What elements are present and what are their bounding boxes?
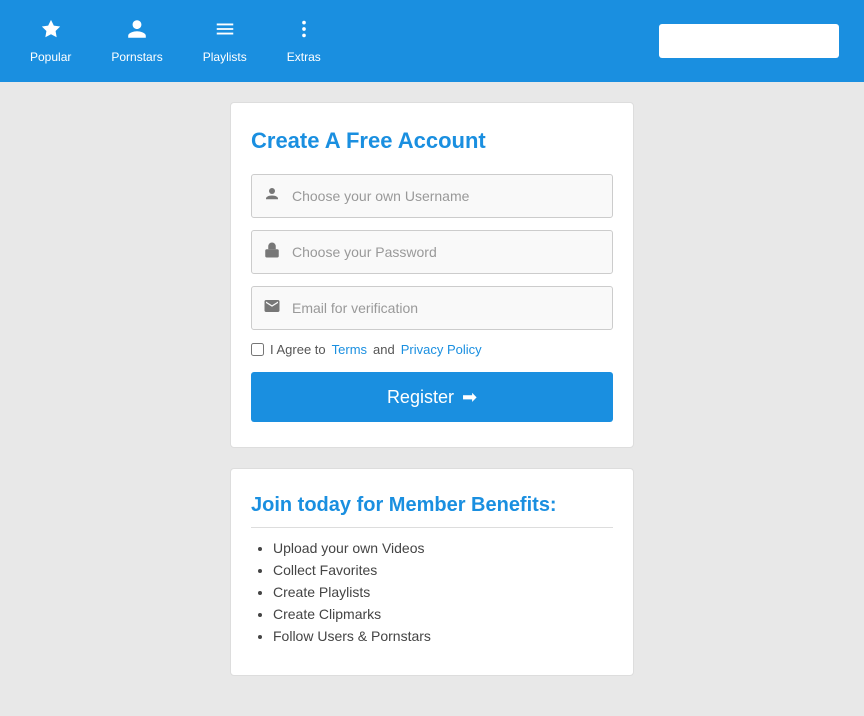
password-input[interactable] (292, 244, 602, 260)
benefits-list-item: Create Playlists (273, 584, 613, 600)
benefits-card: Join today for Member Benefits: Upload y… (230, 468, 634, 676)
popular-label: Popular (30, 50, 71, 64)
email-icon (262, 297, 282, 320)
nav-item-popular[interactable]: Popular (10, 0, 91, 82)
nav-item-extras[interactable]: Extras (267, 0, 341, 82)
email-input[interactable] (292, 300, 602, 316)
benefits-title: Join today for Member Benefits: (251, 494, 613, 528)
email-group (251, 286, 613, 330)
register-label: Register (387, 387, 454, 408)
username-group (251, 174, 613, 218)
benefits-list-item: Create Clipmarks (273, 606, 613, 622)
password-group (251, 230, 613, 274)
register-arrow-icon: ➡ (462, 387, 477, 408)
username-icon (262, 185, 282, 208)
pornstars-icon (126, 18, 148, 46)
terms-link[interactable]: Terms (332, 342, 367, 357)
register-card: Create A Free Account (230, 102, 634, 448)
register-title: Create A Free Account (251, 128, 613, 154)
username-input[interactable] (292, 188, 602, 204)
terms-agree-text: I Agree to (270, 342, 326, 357)
nav-item-playlists[interactable]: Playlists (183, 0, 267, 82)
main-content: Create A Free Account (0, 82, 864, 716)
benefits-list: Upload your own Videos Collect Favorites C… (251, 540, 613, 644)
benefits-list-item: Upload your own Videos (273, 540, 613, 556)
playlists-icon (214, 18, 236, 46)
password-icon (262, 241, 282, 264)
extras-icon (293, 18, 315, 46)
terms-checkbox[interactable] (251, 343, 264, 356)
nav-items: Popular Pornstars Playlists (10, 0, 341, 82)
navbar: Popular Pornstars Playlists (0, 0, 864, 82)
and-text: and (373, 342, 395, 357)
popular-icon (40, 18, 62, 46)
extras-label: Extras (287, 50, 321, 64)
pornstars-label: Pornstars (111, 50, 162, 64)
benefits-list-item: Collect Favorites (273, 562, 613, 578)
playlists-label: Playlists (203, 50, 247, 64)
privacy-link[interactable]: Privacy Policy (401, 342, 482, 357)
search-input[interactable] (659, 24, 839, 58)
terms-row: I Agree to Terms and Privacy Policy (251, 342, 613, 357)
nav-item-pornstars[interactable]: Pornstars (91, 0, 182, 82)
benefits-list-item: Follow Users & Pornstars (273, 628, 613, 644)
register-button[interactable]: Register ➡ (251, 372, 613, 422)
